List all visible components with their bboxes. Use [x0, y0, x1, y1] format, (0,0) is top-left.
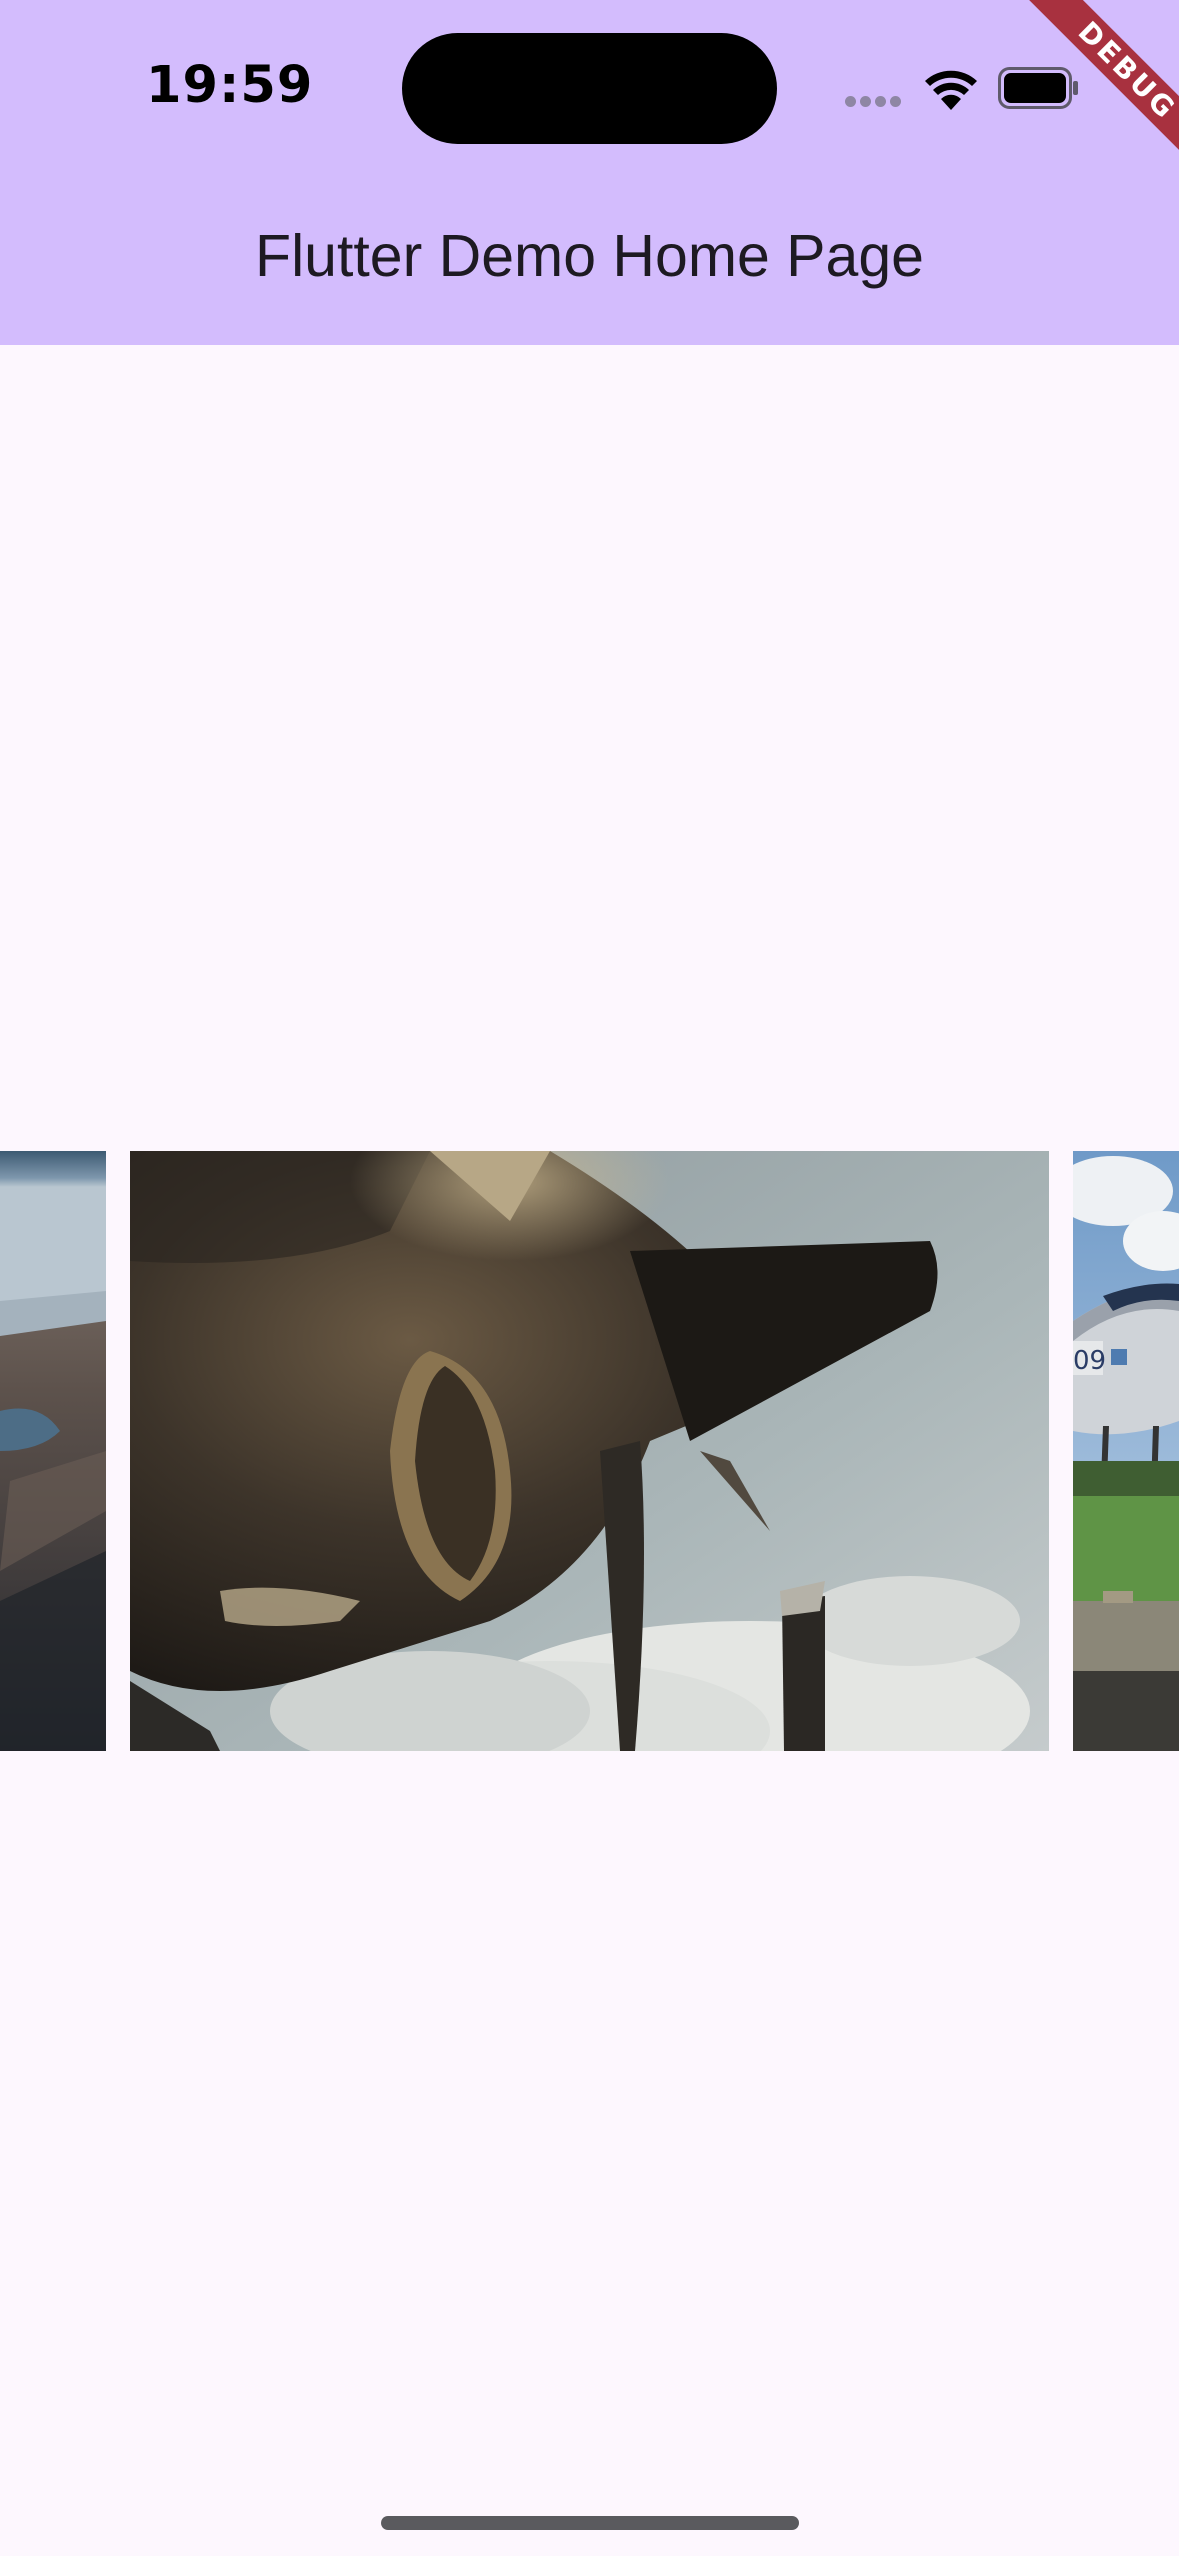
- coastline-aerial-photo: [0, 1151, 106, 1751]
- wifi-icon: [925, 70, 977, 110]
- carousel-card-airplane[interactable]: 09: [1073, 1151, 1179, 1751]
- debug-banner: DEBUG: [1000, 0, 1179, 179]
- propeller-engine-photo: [130, 1151, 1049, 1751]
- svg-text:09: 09: [1073, 1346, 1106, 1376]
- carousel-card-coastline[interactable]: [0, 1151, 106, 1751]
- cellular-dots-icon: [845, 96, 905, 108]
- carousel-card-propeller[interactable]: [130, 1151, 1049, 1751]
- dynamic-island: [402, 33, 777, 144]
- page-title: Flutter Demo Home Page: [255, 223, 924, 289]
- debug-label: DEBUG: [1025, 0, 1179, 173]
- status-time: 19:59: [146, 56, 314, 115]
- home-indicator[interactable]: [381, 2516, 799, 2530]
- image-carousel[interactable]: 09: [0, 1151, 1179, 1751]
- parked-airplane-photo: 09: [1073, 1151, 1179, 1751]
